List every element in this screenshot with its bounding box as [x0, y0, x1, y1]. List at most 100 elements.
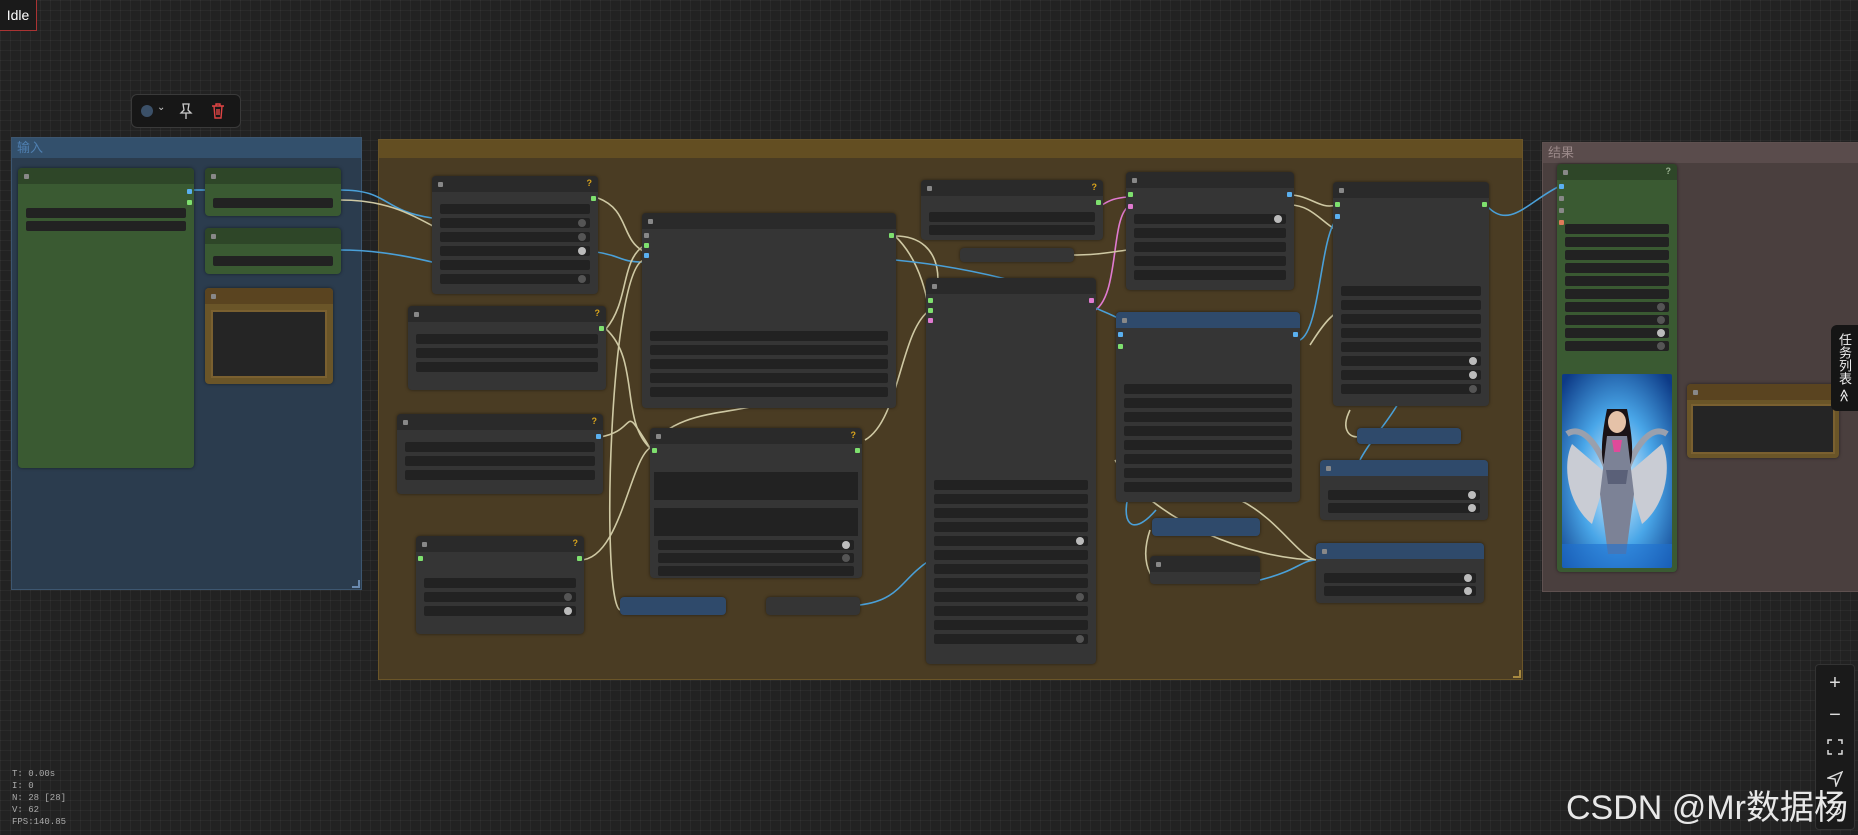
- node-widget[interactable]: [1324, 573, 1476, 583]
- group-resize-handle[interactable]: [1513, 670, 1521, 678]
- node-widget[interactable]: [416, 334, 598, 344]
- node-header[interactable]: ?: [432, 176, 598, 192]
- node-widget[interactable]: [1134, 214, 1286, 224]
- output-socket[interactable]: [1482, 202, 1487, 207]
- node-widget[interactable]: [1341, 314, 1481, 324]
- delete-button[interactable]: [208, 101, 230, 121]
- node-widget[interactable]: [1124, 426, 1292, 436]
- toggle-knob[interactable]: [1076, 635, 1084, 643]
- node-widget[interactable]: [1341, 384, 1481, 394]
- input-socket[interactable]: [644, 253, 649, 258]
- output-socket[interactable]: [577, 556, 582, 561]
- node-widget[interactable]: [934, 508, 1088, 518]
- toggle-knob[interactable]: [1468, 491, 1476, 499]
- node-widget[interactable]: [26, 221, 186, 231]
- node-header[interactable]: ?: [1557, 164, 1677, 180]
- output-socket[interactable]: [596, 434, 601, 439]
- input-socket[interactable]: [1559, 220, 1564, 225]
- collapse-dot[interactable]: [1132, 178, 1137, 183]
- node-widget[interactable]: [440, 218, 590, 228]
- input-socket[interactable]: [1128, 192, 1133, 197]
- input-socket[interactable]: [928, 298, 933, 303]
- toggle-knob[interactable]: [578, 219, 586, 227]
- node-widget[interactable]: [1341, 342, 1481, 352]
- task-list-tab[interactable]: 任务列表 ≪: [1831, 325, 1858, 411]
- node-widget[interactable]: [1565, 224, 1669, 234]
- node-widget[interactable]: [934, 564, 1088, 574]
- node-header[interactable]: [1333, 182, 1489, 198]
- node-widget[interactable]: [1124, 468, 1292, 478]
- node-widget[interactable]: [658, 553, 854, 563]
- node-widget[interactable]: [1341, 370, 1481, 380]
- node-widget[interactable]: [934, 578, 1088, 588]
- node-image-loader[interactable]: [18, 168, 194, 468]
- node-widget[interactable]: [934, 634, 1088, 644]
- node-header[interactable]: [205, 288, 333, 304]
- node-reroute[interactable]: [1357, 428, 1461, 444]
- node-widget[interactable]: [1124, 398, 1292, 408]
- node-widget[interactable]: [934, 522, 1088, 532]
- toggle-knob[interactable]: [842, 541, 850, 549]
- node-widget[interactable]: [1341, 356, 1481, 366]
- toggle-knob[interactable]: [564, 607, 572, 615]
- node-widget[interactable]: [1134, 242, 1286, 252]
- node-widget[interactable]: [213, 198, 333, 208]
- node-upscale[interactable]: [1333, 182, 1489, 406]
- output-socket[interactable]: [1089, 298, 1094, 303]
- node-text-input[interactable]: [205, 228, 341, 274]
- output-socket[interactable]: [187, 189, 192, 194]
- toggle-knob[interactable]: [842, 554, 850, 562]
- node-widget[interactable]: [934, 550, 1088, 560]
- node-encoder[interactable]: ?: [650, 428, 862, 578]
- group-main-title[interactable]: [379, 140, 1522, 158]
- node-header[interactable]: [1150, 556, 1260, 572]
- node-widget[interactable]: [1341, 300, 1481, 310]
- toggle-knob[interactable]: [1657, 329, 1665, 337]
- node-header[interactable]: [1126, 172, 1294, 188]
- collapse-dot[interactable]: [211, 294, 216, 299]
- node-reroute[interactable]: [1152, 518, 1260, 536]
- node-header[interactable]: [1316, 543, 1484, 559]
- node-header[interactable]: [926, 278, 1096, 294]
- node-widget[interactable]: [1565, 302, 1669, 312]
- input-socket[interactable]: [1118, 332, 1123, 337]
- toggle-knob[interactable]: [1657, 316, 1665, 324]
- toggle-knob[interactable]: [1464, 574, 1472, 582]
- node-widget[interactable]: [1124, 482, 1292, 492]
- node-note-result[interactable]: [1687, 384, 1839, 458]
- toggle-knob[interactable]: [1076, 537, 1084, 545]
- node-widget[interactable]: [440, 204, 590, 214]
- toggle-knob[interactable]: [1469, 357, 1477, 365]
- node-reroute[interactable]: [960, 248, 1074, 262]
- node-widget[interactable]: [1328, 490, 1480, 500]
- node-widget[interactable]: [929, 225, 1095, 235]
- note-text-area[interactable]: [211, 310, 327, 378]
- collapse-dot[interactable]: [1563, 170, 1568, 175]
- collapse-dot[interactable]: [932, 284, 937, 289]
- node-widget[interactable]: [1565, 250, 1669, 260]
- node-header[interactable]: ?: [408, 306, 606, 322]
- node-prompt[interactable]: ?: [921, 180, 1103, 240]
- node-reroute[interactable]: [766, 597, 860, 615]
- color-picker-button[interactable]: ⌄: [138, 101, 166, 121]
- node-header[interactable]: [1320, 460, 1488, 476]
- node-widget[interactable]: [416, 348, 598, 358]
- text-area[interactable]: [654, 508, 858, 536]
- node-vae-decode[interactable]: [1116, 312, 1300, 502]
- node-header[interactable]: [1116, 312, 1300, 328]
- group-result-title[interactable]: 结果: [1543, 143, 1858, 163]
- output-socket[interactable]: [599, 326, 604, 331]
- node-widget[interactable]: [1134, 256, 1286, 266]
- zoom-out-button[interactable]: −: [1816, 699, 1854, 731]
- collapse-dot[interactable]: [414, 312, 419, 317]
- node-conditioning[interactable]: [1126, 172, 1294, 290]
- node-widget[interactable]: [650, 359, 888, 369]
- node-reroute[interactable]: [1150, 556, 1260, 584]
- node-header[interactable]: ?: [921, 180, 1103, 196]
- node-save-a[interactable]: [1320, 460, 1488, 520]
- collapse-dot[interactable]: [422, 542, 427, 547]
- input-socket[interactable]: [1335, 214, 1340, 219]
- node-widget[interactable]: [934, 606, 1088, 616]
- toggle-knob[interactable]: [1076, 593, 1084, 601]
- output-socket[interactable]: [591, 196, 596, 201]
